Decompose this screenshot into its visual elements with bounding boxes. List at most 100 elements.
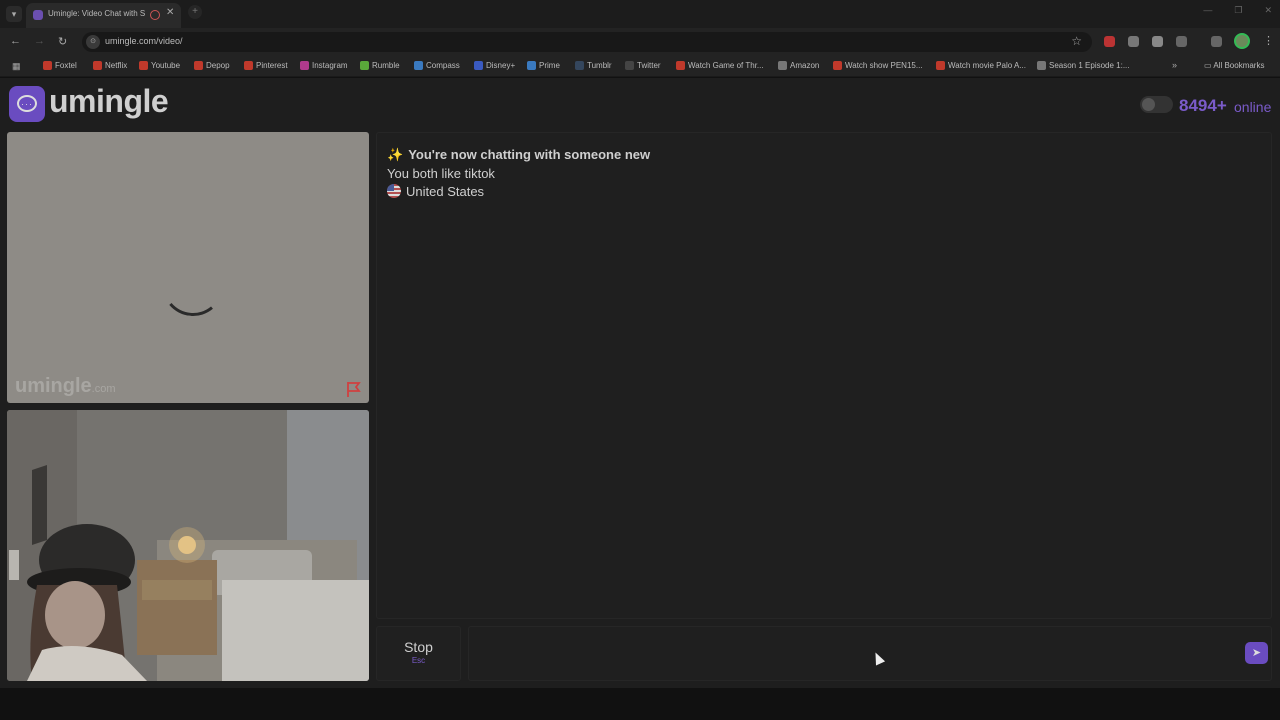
- back-icon[interactable]: ←: [10, 35, 21, 47]
- bookmark-favicon-icon: [575, 61, 584, 70]
- bookmark-label: Compass: [426, 61, 460, 70]
- browser-tab[interactable]: Umingle: Video Chat with S ✕: [26, 3, 181, 28]
- report-flag-icon[interactable]: [345, 380, 363, 398]
- bookmark-favicon-icon: [778, 61, 787, 70]
- more-bookmarks-icon[interactable]: »: [1172, 60, 1177, 70]
- bookmark-star-icon[interactable]: ☆: [1071, 34, 1082, 48]
- sparkles-icon: ✨: [387, 147, 404, 162]
- bookmark-favicon-icon: [625, 61, 634, 70]
- close-tab-icon[interactable]: ✕: [166, 7, 174, 18]
- window-controls: — ❐ ✕: [1203, 5, 1272, 16]
- reload-icon[interactable]: ↻: [58, 35, 67, 48]
- bookmark-label: Tumblr: [587, 61, 612, 70]
- bookmark-favicon-icon: [244, 61, 253, 70]
- bookmark-item[interactable]: Watch movie Palo A...: [936, 61, 1026, 70]
- loading-spinner-icon: [159, 251, 227, 319]
- bookmark-label: Pinterest: [256, 61, 288, 70]
- bookmark-item[interactable]: Tumblr: [575, 61, 612, 70]
- us-flag-icon: [387, 184, 401, 198]
- logo-text[interactable]: umingle: [49, 83, 169, 120]
- all-bookmarks-link[interactable]: ▭ All Bookmarks: [1204, 61, 1264, 70]
- online-count: 8494+: [1179, 96, 1227, 115]
- minimize-icon[interactable]: —: [1203, 5, 1212, 16]
- bookmark-label: Amazon: [790, 61, 820, 70]
- stop-button[interactable]: Stop Esc: [376, 626, 461, 681]
- close-window-icon[interactable]: ✕: [1264, 5, 1272, 16]
- address-bar[interactable]: ⊙ umingle.com/video/ ☆: [82, 32, 1092, 52]
- bookmark-favicon-icon: [833, 61, 842, 70]
- bookmark-favicon-icon: [43, 61, 52, 70]
- bookmark-item[interactable]: Amazon: [778, 61, 819, 70]
- bookmark-label: Prime: [539, 61, 560, 70]
- stop-label: Stop: [404, 639, 433, 655]
- forward-icon[interactable]: →: [34, 35, 45, 47]
- bookmark-item[interactable]: Youtube: [139, 61, 180, 70]
- recording-icon: [150, 10, 160, 20]
- bookmark-item[interactable]: Netflix: [93, 61, 127, 70]
- bookmark-label: Season 1 Episode 1:...: [1049, 61, 1130, 70]
- common-interests-message: You both like tiktok: [387, 166, 495, 181]
- browser-tab-bar: ▾ Umingle: Video Chat with S ✕ + — ❐ ✕: [0, 0, 1280, 28]
- apps-grid-icon[interactable]: ▦: [12, 61, 21, 72]
- theme-toggle[interactable]: [1140, 96, 1173, 113]
- bookmark-item[interactable]: Pinterest: [244, 61, 288, 70]
- browser-menu-icon[interactable]: ⋮: [1263, 34, 1274, 47]
- restore-icon[interactable]: ❐: [1234, 5, 1242, 16]
- bookmark-label: Watch show PEN15...: [845, 61, 923, 70]
- toggle-knob: [1142, 98, 1155, 111]
- bookmark-label: Watch Game of Thr...: [688, 61, 764, 70]
- bookmark-label: Foxtel: [55, 61, 77, 70]
- self-video: [7, 410, 369, 681]
- bookmark-label: Instagram: [312, 61, 348, 70]
- bookmark-item[interactable]: Prime: [527, 61, 560, 70]
- system-message: ✨ You're now chatting with someone new: [387, 147, 651, 162]
- bookmark-label: Depop: [206, 61, 230, 70]
- bookmark-favicon-icon: [676, 61, 685, 70]
- bookmark-favicon-icon: [1037, 61, 1046, 70]
- bookmark-item[interactable]: Watch Game of Thr...: [676, 61, 764, 70]
- bookmark-favicon-icon: [414, 61, 423, 70]
- umingle-page: ··· umingle 8494+ online umingle.com ✨ Y…: [0, 78, 1280, 688]
- bookmark-item[interactable]: Instagram: [300, 61, 348, 70]
- bookmark-item[interactable]: Watch show PEN15...: [833, 61, 923, 70]
- bookmarks-bar: ▦ Foxtel Netflix Youtube Depop Pinterest Inst…: [0, 56, 1280, 77]
- bookmark-item[interactable]: Compass: [414, 61, 460, 70]
- send-icon[interactable]: ➤: [1245, 642, 1268, 664]
- stop-shortcut: Esc: [411, 656, 426, 665]
- new-tab-button[interactable]: +: [188, 5, 202, 19]
- bookmark-favicon-icon: [300, 61, 309, 70]
- extension-icon[interactable]: [1152, 36, 1163, 47]
- bookmark-favicon-icon: [474, 61, 483, 70]
- bookmark-item[interactable]: Season 1 Episode 1:...: [1037, 61, 1130, 70]
- tab-search-icon[interactable]: ▾: [6, 6, 22, 22]
- message-input[interactable]: [468, 626, 1272, 681]
- extensions-puzzle-icon[interactable]: [1176, 36, 1187, 47]
- webcam-feed-image: [7, 410, 369, 681]
- extension-icon[interactable]: [1104, 36, 1115, 47]
- umingle-favicon-icon: [33, 10, 43, 20]
- bookmark-label: Twitter: [637, 61, 661, 70]
- bookmark-item[interactable]: Depop: [194, 61, 230, 70]
- bookmark-item[interactable]: Disney+: [474, 61, 515, 70]
- umingle-logo-icon[interactable]: ···: [9, 86, 45, 122]
- extension-icon[interactable]: [1128, 36, 1139, 47]
- country-message: United States: [387, 184, 484, 199]
- bookmark-favicon-icon: [360, 61, 369, 70]
- media-controls-icon[interactable]: [1211, 36, 1222, 47]
- tab-title: Umingle: Video Chat with S: [48, 9, 146, 18]
- url-text[interactable]: umingle.com/video/: [105, 36, 183, 46]
- bookmark-label: Youtube: [151, 61, 181, 70]
- stranger-video: umingle.com: [7, 132, 369, 403]
- site-info-icon[interactable]: ⊙: [86, 35, 100, 49]
- bookmark-favicon-icon: [527, 61, 536, 70]
- bookmark-label: Watch movie Palo A...: [948, 61, 1026, 70]
- bookmark-favicon-icon: [194, 61, 203, 70]
- bookmark-item[interactable]: Foxtel: [43, 61, 77, 70]
- umingle-watermark: umingle.com: [15, 375, 116, 397]
- bookmark-favicon-icon: [93, 61, 102, 70]
- bookmark-label: Disney+: [486, 61, 516, 70]
- profile-avatar[interactable]: [1234, 33, 1250, 49]
- all-bookmarks-label: All Bookmarks: [1213, 61, 1265, 70]
- bookmark-item[interactable]: Twitter: [625, 61, 661, 70]
- bookmark-item[interactable]: Rumble: [360, 61, 400, 70]
